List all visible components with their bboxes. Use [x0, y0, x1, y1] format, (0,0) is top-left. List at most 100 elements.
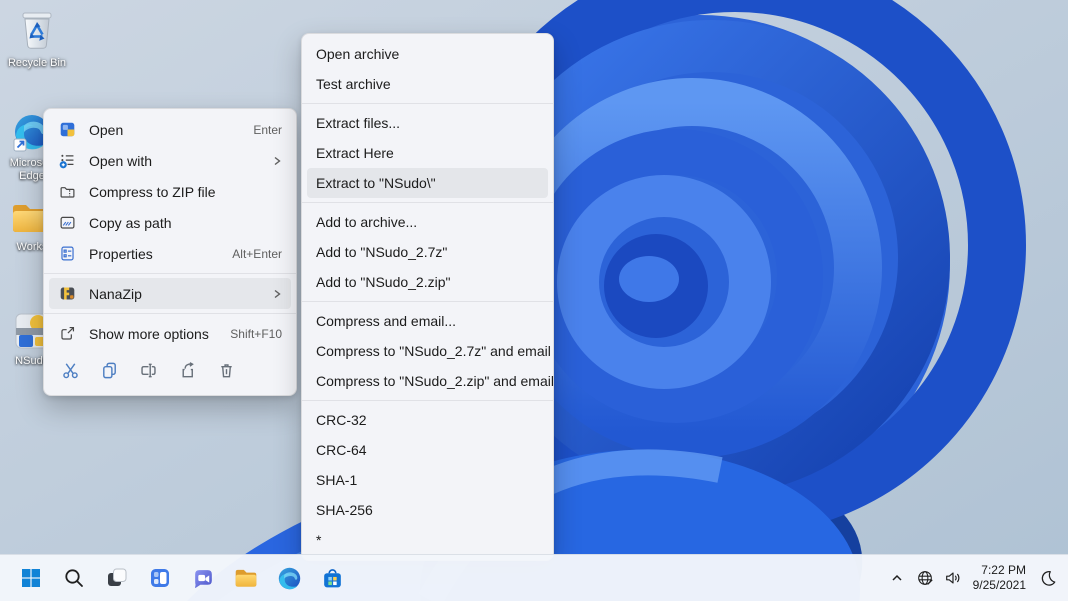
- volume-button[interactable]: [939, 558, 967, 598]
- submenu-item-label: Extract Here: [316, 145, 394, 161]
- menu-divider: [44, 313, 296, 314]
- submenu-item-label: CRC-64: [316, 442, 367, 458]
- desktop-icon-label: Recycle Bin: [7, 57, 67, 69]
- submenu-item-label: SHA-1: [316, 472, 358, 488]
- menu-item-label: Show more options: [89, 325, 209, 342]
- menu-item-label: NanaZip: [89, 285, 142, 302]
- store-icon: [323, 568, 341, 587]
- menu-item-nanazip[interactable]: NanaZip: [49, 278, 291, 309]
- menu-item-shortcut: Enter: [253, 122, 282, 137]
- moon-icon: [1041, 571, 1056, 586]
- network-button[interactable]: [911, 558, 939, 598]
- tray-chevron-up-button[interactable]: [883, 558, 911, 598]
- taskbar-clock[interactable]: 7:22 PM 9/25/2021: [967, 563, 1034, 593]
- submenu-item-extract-here[interactable]: Extract Here: [307, 138, 548, 168]
- store-button[interactable]: [312, 558, 352, 598]
- submenu-item-sha256[interactable]: SHA-256: [307, 495, 548, 525]
- submenu-item-label: Extract files...: [316, 115, 401, 131]
- search-button[interactable]: [54, 558, 94, 598]
- menu-divider: [302, 202, 553, 203]
- show-more-options-icon: [58, 325, 76, 343]
- widgets-button[interactable]: [140, 558, 180, 598]
- submenu-item-add-to-zip[interactable]: Add to "NSudo_2.zip": [307, 267, 548, 297]
- menu-item-copy-as-path[interactable]: Copy as path: [49, 207, 291, 238]
- context-menu: Open Enter Open with Compress to ZIP fil…: [43, 108, 297, 396]
- menu-item-shortcut: Shift+F10: [230, 326, 282, 341]
- menu-item-open-with[interactable]: Open with: [49, 145, 291, 176]
- chat-icon: [194, 569, 212, 588]
- open-with-icon: [58, 152, 76, 170]
- nsudo-app-icon: [58, 121, 76, 139]
- submenu-item-extract-files[interactable]: Extract files...: [307, 108, 548, 138]
- submenu-item-crc32[interactable]: CRC-32: [307, 405, 548, 435]
- menu-item-show-more-options[interactable]: Show more options Shift+F10: [49, 318, 291, 349]
- menu-divider: [302, 301, 553, 302]
- file-explorer-button[interactable]: [226, 558, 266, 598]
- system-tray: 7:22 PM 9/25/2021: [883, 558, 1068, 598]
- menu-item-open[interactable]: Open Enter: [49, 114, 291, 145]
- delete-icon[interactable]: [207, 355, 246, 386]
- properties-icon: [58, 245, 76, 263]
- submenu-item-sha1[interactable]: SHA-1: [307, 465, 548, 495]
- menu-item-properties[interactable]: Properties Alt+Enter: [49, 238, 291, 269]
- chevron-right-icon: [272, 289, 282, 299]
- submenu-item-label: Add to archive...: [316, 214, 418, 230]
- submenu-item-crc64[interactable]: CRC-64: [307, 435, 548, 465]
- menu-divider: [302, 400, 553, 401]
- file-explorer-icon: [235, 569, 257, 587]
- submenu-item-label: *: [316, 532, 322, 548]
- nanazip-app-icon: [58, 285, 76, 303]
- submenu-item-compress-and-email[interactable]: Compress and email...: [307, 306, 548, 336]
- focus-assist-button[interactable]: [1034, 558, 1062, 598]
- chevron-right-icon: [272, 156, 282, 166]
- chat-button[interactable]: [183, 558, 223, 598]
- start-button[interactable]: [11, 558, 51, 598]
- submenu-item-label: Add to "NSudo_2.zip": [316, 274, 451, 290]
- task-view-button[interactable]: [97, 558, 137, 598]
- menu-item-label: Properties: [89, 245, 153, 262]
- submenu-item-extract-to[interactable]: Extract to "NSudo\": [307, 168, 548, 198]
- menu-item-label: Compress to ZIP file: [89, 183, 216, 200]
- menu-item-compress-zip[interactable]: Compress to ZIP file: [49, 176, 291, 207]
- desktop-icon-recycle-bin[interactable]: Recycle Bin: [5, 8, 69, 70]
- submenu-item-label: Compress and email...: [316, 313, 457, 329]
- submenu-item-label: Compress to "NSudo_2.7z" and email: [316, 343, 551, 359]
- zip-folder-icon: [58, 183, 76, 201]
- copy-icon[interactable]: [90, 355, 129, 386]
- nanazip-submenu: Open archive Test archive Extract files.…: [301, 33, 554, 561]
- edge-icon: [278, 567, 300, 589]
- submenu-item-label: CRC-32: [316, 412, 367, 428]
- taskbar-buttons: [0, 558, 352, 598]
- clock-date: 9/25/2021: [972, 578, 1026, 592]
- menu-divider: [302, 103, 553, 104]
- recycle-bin-icon: [22, 12, 52, 49]
- quick-actions-row: [49, 350, 291, 390]
- submenu-item-open-archive[interactable]: Open archive: [307, 39, 548, 69]
- share-icon[interactable]: [168, 355, 207, 386]
- submenu-item-label: Open archive: [316, 46, 400, 62]
- submenu-item-compress-7z-email[interactable]: Compress to "NSudo_2.7z" and email: [307, 336, 551, 366]
- submenu-item-label: Test archive: [316, 76, 391, 92]
- submenu-item-label: SHA-256: [316, 502, 373, 518]
- submenu-item-add-to-7z[interactable]: Add to "NSudo_2.7z": [307, 237, 548, 267]
- search-icon: [65, 569, 83, 587]
- submenu-item-compress-zip-email[interactable]: Compress to "NSudo_2.zip" and email: [307, 366, 554, 396]
- rename-icon[interactable]: [129, 355, 168, 386]
- speaker-icon: [945, 572, 959, 584]
- submenu-item-add-to-archive[interactable]: Add to archive...: [307, 207, 548, 237]
- submenu-item-test-archive[interactable]: Test archive: [307, 69, 548, 99]
- menu-item-label: Open with: [89, 152, 153, 169]
- taskbar: 7:22 PM 9/25/2021: [0, 554, 1068, 601]
- clock-time: 7:22 PM: [981, 563, 1026, 577]
- menu-item-label: Copy as path: [89, 214, 172, 231]
- submenu-item-star[interactable]: *: [307, 525, 548, 555]
- submenu-item-label: Compress to "NSudo_2.zip" and email: [316, 373, 554, 389]
- widgets-icon: [151, 569, 169, 587]
- submenu-item-label: Extract to "NSudo\": [316, 175, 436, 191]
- menu-item-label: Open: [89, 121, 124, 138]
- menu-item-shortcut: Alt+Enter: [232, 246, 282, 261]
- submenu-item-label: Add to "NSudo_2.7z": [316, 244, 448, 260]
- chevron-up-icon: [892, 574, 902, 581]
- edge-button[interactable]: [269, 558, 309, 598]
- cut-icon[interactable]: [51, 355, 90, 386]
